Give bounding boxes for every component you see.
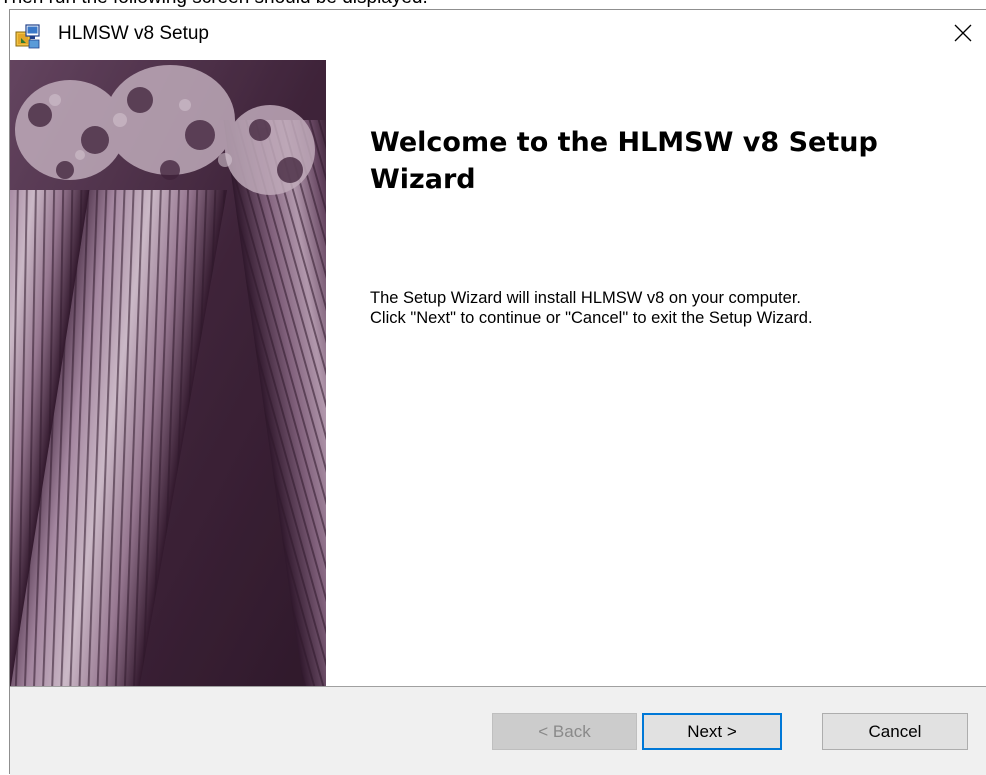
document-text-snippet: Then run the following screen should be …: [0, 0, 428, 9]
welcome-content: Welcome to the HLMSW v8 Setup Wizard The…: [326, 60, 986, 686]
setup-installer-icon: [15, 24, 40, 49]
title-bar: HLMSW v8 Setup: [10, 10, 986, 60]
welcome-heading: Welcome to the HLMSW v8 Setup Wizard: [370, 127, 878, 195]
description-line-1: The Setup Wizard will install HLMSW v8 o…: [370, 289, 801, 307]
close-button[interactable]: [940, 10, 986, 56]
back-button[interactable]: < Back: [492, 713, 637, 750]
next-button[interactable]: Next >: [642, 713, 782, 750]
close-icon: [954, 24, 972, 42]
cancel-button[interactable]: Cancel: [822, 713, 968, 750]
wizard-banner-image: [10, 60, 326, 686]
button-bar: < Back Next > Cancel: [10, 686, 986, 775]
window-title: HLMSW v8 Setup: [58, 23, 209, 44]
description-line-2: Click "Next" to continue or "Cancel" to …: [370, 309, 813, 327]
setup-wizard-window: HLMSW v8 Setup Welcome to the HLMSW v8 S…: [9, 9, 986, 775]
welcome-description: The Setup Wizard will install HLMSW v8 o…: [370, 288, 986, 328]
